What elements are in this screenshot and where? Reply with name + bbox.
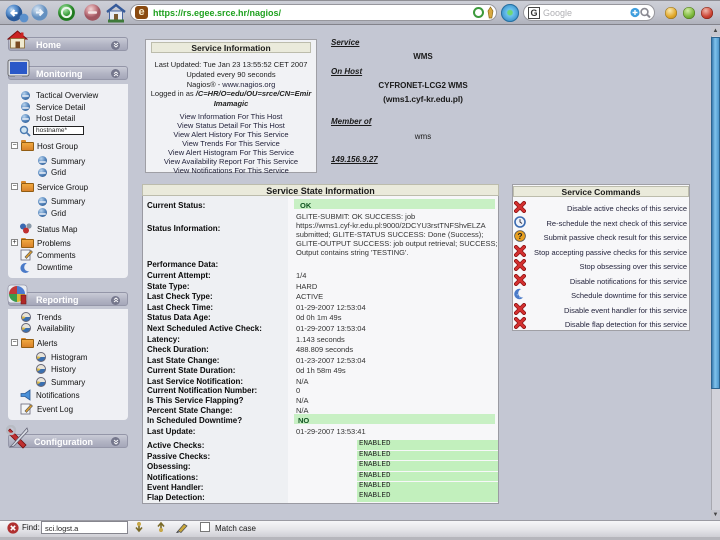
svg-text:?: ?: [517, 231, 522, 241]
